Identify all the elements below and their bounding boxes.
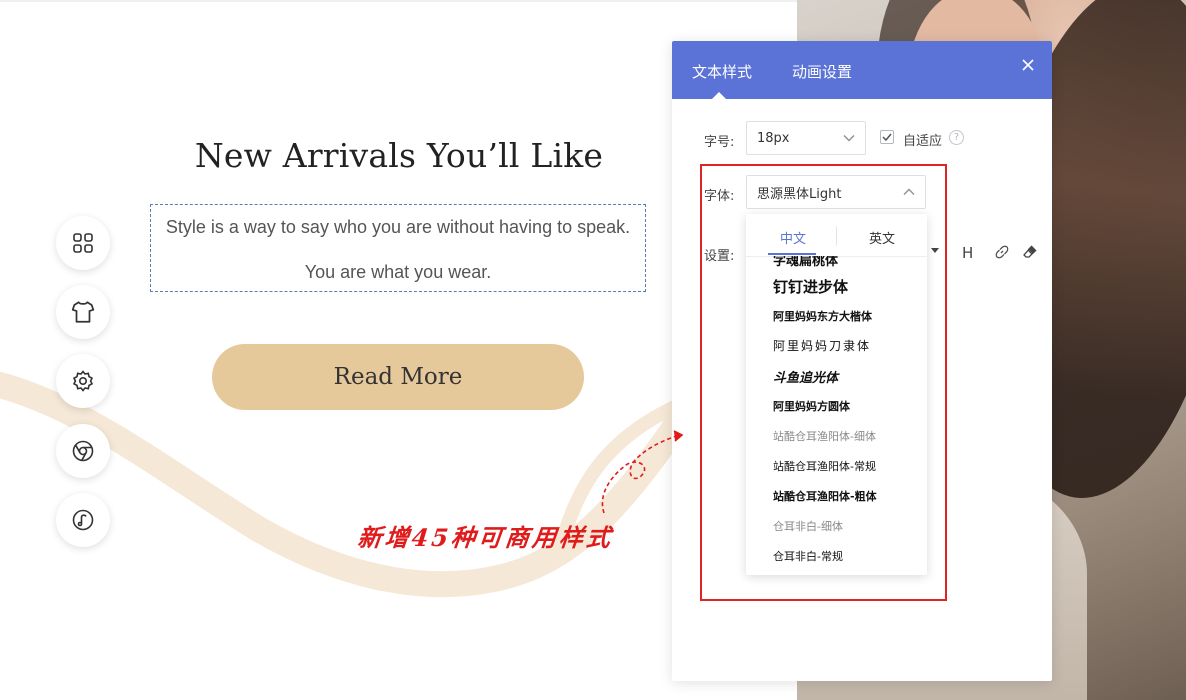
font-option[interactable]: 斗鱼追光体 xyxy=(773,367,838,386)
font-option[interactable]: 阿里妈妈刀隶体 xyxy=(773,337,871,354)
subtitle-line-1: Style is a way to say who you are withou… xyxy=(165,217,631,237)
font-size-value: 18px xyxy=(757,130,790,146)
tab-separator xyxy=(836,226,837,246)
curved-arrow-icon xyxy=(601,430,684,514)
font-option[interactable]: 钉钉进步体 xyxy=(773,276,848,297)
font-option[interactable]: 仓耳非白-细体 xyxy=(773,518,843,534)
canvas: New Arrivals You’ll Like Style is a way … xyxy=(0,0,1186,700)
page-title[interactable]: New Arrivals You’ll Like xyxy=(150,136,648,175)
heading-button[interactable]: H xyxy=(962,244,973,262)
music-icon xyxy=(72,509,94,531)
font-size-label: 字号: xyxy=(704,135,735,150)
font-option[interactable]: 站酷仓耳渔阳体-粗体 xyxy=(773,488,877,504)
font-option[interactable]: 仓耳非白-常规 xyxy=(773,548,843,564)
music-button[interactable] xyxy=(56,493,110,547)
gear-icon xyxy=(72,370,94,392)
tab-english[interactable]: 英文 xyxy=(869,228,895,247)
auto-fit-checkbox[interactable] xyxy=(880,130,894,144)
chrome-icon xyxy=(72,440,94,462)
theme-button[interactable] xyxy=(56,285,110,339)
help-icon[interactable]: ? xyxy=(949,130,964,145)
font-option[interactable]: 站酷仓耳渔阳体-常规 xyxy=(773,458,876,474)
tab-animation[interactable]: 动画设置 xyxy=(792,61,852,82)
grid-icon xyxy=(73,233,93,253)
eraser-icon[interactable] xyxy=(1022,244,1038,260)
active-tab-caret xyxy=(712,92,726,99)
chevron-down-icon xyxy=(843,135,855,142)
font-option[interactable]: 阿里妈妈方圆体 xyxy=(773,398,850,414)
tshirt-icon xyxy=(71,301,95,323)
panel-header: 文本样式 动画设置 xyxy=(672,41,1052,99)
tab-text-style[interactable]: 文本样式 xyxy=(692,61,752,82)
dropdown-tabs: 中文 英文 xyxy=(746,214,927,257)
browser-button[interactable] xyxy=(56,424,110,478)
active-tab-underline xyxy=(768,253,816,255)
font-dropdown: 中文 英文 字魂扁桃体 钉钉进步体 阿里妈妈东方大楷体 阿里妈妈刀隶体 斗鱼追光… xyxy=(746,214,927,575)
link-icon[interactable] xyxy=(994,244,1010,260)
font-size-select[interactable]: 18px xyxy=(746,121,866,155)
read-more-button[interactable]: Read More xyxy=(212,344,584,410)
promo-annotation: 新增45种可商用样式 xyxy=(356,523,615,552)
font-option[interactable]: 阿里妈妈东方大楷体 xyxy=(773,308,872,324)
close-icon[interactable] xyxy=(1020,57,1036,73)
components-button[interactable] xyxy=(56,216,110,270)
font-list: 字魂扁桃体 钉钉进步体 阿里妈妈东方大楷体 阿里妈妈刀隶体 斗鱼追光体 阿里妈妈… xyxy=(746,256,927,575)
font-option[interactable]: 字魂扁桃体 xyxy=(773,256,838,269)
settings-button[interactable] xyxy=(56,354,110,408)
selected-text-box[interactable]: Style is a way to say who you are withou… xyxy=(150,204,646,292)
checkmark-icon xyxy=(882,133,892,142)
top-divider xyxy=(0,0,800,2)
subtitle-line-2: You are what you wear. xyxy=(304,262,492,282)
tab-chinese[interactable]: 中文 xyxy=(780,228,806,247)
font-option[interactable]: 站酷仓耳渔阳体-细体 xyxy=(773,428,876,444)
auto-fit-label: 自适应 xyxy=(903,134,943,149)
